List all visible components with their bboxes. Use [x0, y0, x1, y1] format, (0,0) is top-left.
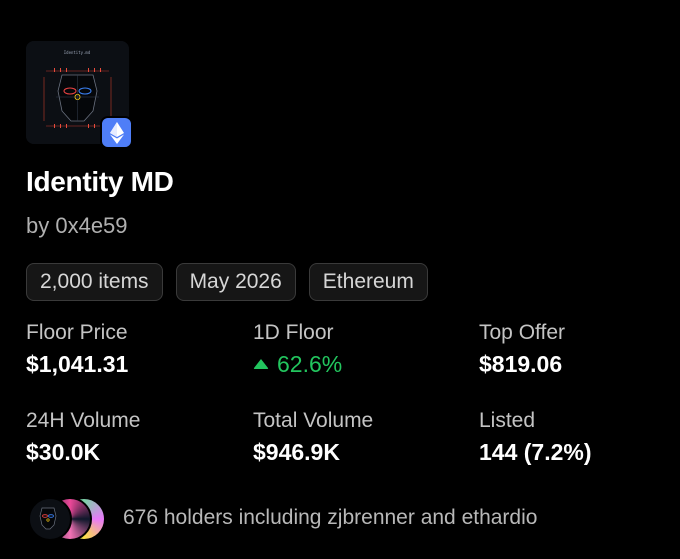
holder-avatar [28, 497, 72, 541]
collection-tags: 2,000 items May 2026 Ethereum [26, 263, 428, 301]
stat-total-volume: Total Volume $946.9K [253, 408, 373, 467]
stat-value: 144 (7.2%) [479, 439, 592, 465]
ethereum-icon [109, 121, 124, 144]
collection-name: Identity MD [26, 166, 174, 197]
stat-24h-volume: 24H Volume $30.0K [26, 408, 140, 467]
stat-label: Listed [479, 409, 536, 432]
tag-items-count: 2,000 items [26, 263, 163, 301]
tag-chain[interactable]: Ethereum [308, 263, 428, 301]
holders-summary: 676 holders including zjbrenner and etha… [123, 506, 538, 529]
stat-floor-price: Floor Price $1,041.31 [26, 320, 128, 379]
trend-up-icon [253, 359, 269, 369]
stat-value: 62.6% [253, 349, 342, 379]
holder-avatars [28, 497, 108, 541]
stat-listed: Listed 144 (7.2%) [479, 408, 592, 467]
holders-row[interactable]: 676 holders including zjbrenner and etha… [28, 497, 538, 541]
stat-label: 24H Volume [26, 409, 141, 432]
creator-link[interactable]: by 0x4e59 [26, 213, 128, 239]
stat-1d-floor: 1D Floor 62.6% [253, 320, 342, 379]
stat-change-value: 62.6% [277, 351, 343, 377]
stat-value: $946.9K [253, 439, 340, 465]
stat-value: $819.06 [479, 351, 563, 377]
stat-value: $30.0K [26, 439, 101, 465]
stat-label: Total Volume [253, 409, 374, 432]
stat-label: 1D Floor [253, 321, 334, 344]
stat-label: Top Offer [479, 321, 565, 344]
stat-top-offer: Top Offer $819.06 [479, 320, 565, 379]
identity-avatar-icon [30, 499, 66, 535]
thumbnail-title: Identity.md [64, 50, 91, 55]
stat-value: $1,041.31 [26, 351, 129, 377]
stat-label: Floor Price [26, 321, 128, 344]
tag-created-date: May 2026 [175, 263, 296, 301]
ethereum-chain-badge [100, 116, 133, 149]
